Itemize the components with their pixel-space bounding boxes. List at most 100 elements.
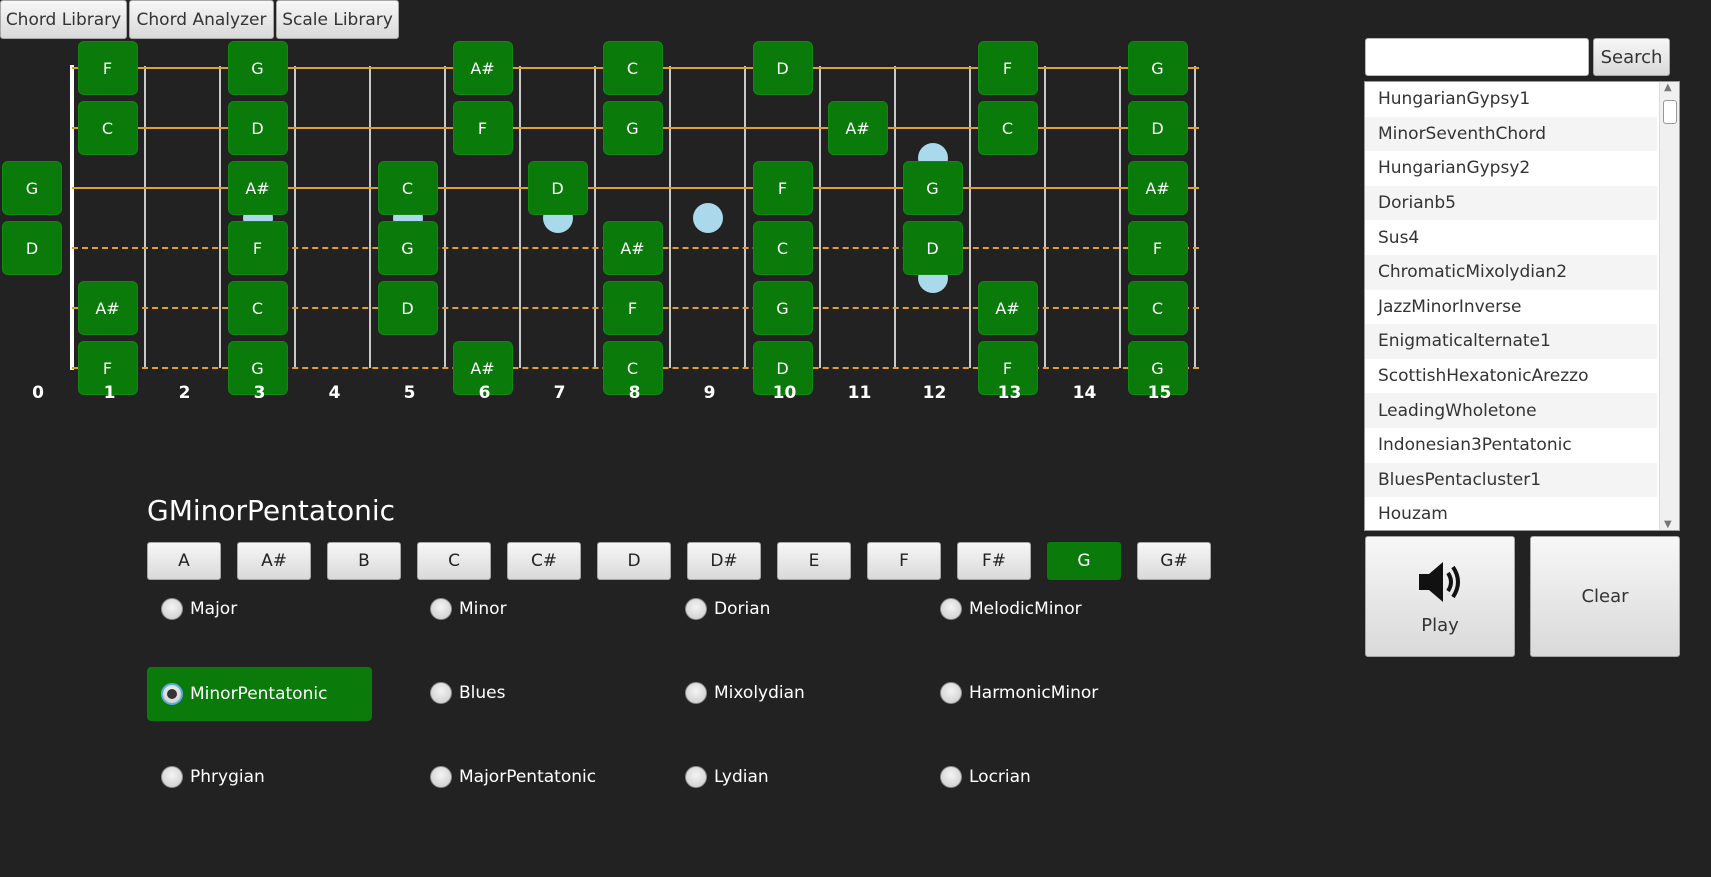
tab-chord-library[interactable]: Chord Library (0, 0, 127, 39)
fret-note[interactable]: C (752, 221, 813, 275)
root-button[interactable]: E (777, 542, 851, 580)
fret-note[interactable]: C (977, 101, 1038, 155)
mode-label: Dorian (714, 599, 771, 619)
search-button[interactable]: Search (1593, 38, 1670, 76)
list-item[interactable]: JazzMinorInverse (1365, 290, 1657, 325)
fret-note[interactable]: G (2, 161, 62, 215)
radio-circle[interactable] (430, 598, 452, 620)
root-button[interactable]: G (1047, 542, 1121, 580)
scale-list[interactable]: HungarianGypsy1 MinorSeventhChord Hungaria… (1364, 81, 1680, 531)
search-input[interactable] (1365, 38, 1589, 76)
radio-circle[interactable] (685, 682, 707, 704)
mode-radio[interactable]: HarmonicMinor (940, 682, 1098, 704)
list-item[interactable]: Houzam (1365, 497, 1657, 530)
fret-note[interactable]: F (602, 281, 663, 335)
root-button[interactable]: D (597, 542, 671, 580)
mode-radio[interactable]: Major (161, 598, 237, 620)
list-item[interactable]: HungarianGypsy2 (1365, 151, 1657, 186)
radio-circle[interactable] (940, 598, 962, 620)
fret-note[interactable]: D (1127, 101, 1188, 155)
fret-wire (744, 66, 746, 368)
mode-radio[interactable]: MajorPentatonic (430, 766, 596, 788)
radio-circle[interactable] (161, 598, 183, 620)
mode-radio[interactable]: Minor (430, 598, 507, 620)
fret-note[interactable]: A# (827, 101, 888, 155)
radio-circle[interactable] (685, 766, 707, 788)
fret-note[interactable]: D (752, 41, 813, 95)
list-item[interactable]: ScottishHexatonicArezzo (1365, 359, 1657, 394)
mode-label: Phrygian (190, 767, 265, 787)
radio-circle[interactable] (940, 766, 962, 788)
fret-note[interactable]: D (227, 101, 288, 155)
mode-radio[interactable]: Phrygian (161, 766, 265, 788)
list-item[interactable]: Enigmaticalternate1 (1365, 324, 1657, 359)
fret-note[interactable]: F (1127, 221, 1188, 275)
fret-note[interactable]: C (1127, 281, 1188, 335)
fret-note[interactable]: F (752, 161, 813, 215)
fret-note[interactable]: F (452, 101, 513, 155)
list-item[interactable]: Dorianb5 (1365, 185, 1657, 221)
radio-circle[interactable] (430, 682, 452, 704)
list-item[interactable]: LeadingWholetone (1365, 393, 1657, 428)
scrollbar[interactable]: ▲ ▼ (1659, 82, 1679, 530)
fret-note[interactable]: A# (602, 221, 663, 275)
radio-circle[interactable] (430, 766, 452, 788)
fret-note[interactable]: D (902, 221, 963, 275)
fret-note[interactable]: G (227, 41, 288, 95)
fret-note[interactable]: C (77, 101, 138, 155)
fret-note[interactable]: A# (227, 161, 288, 215)
fret-note[interactable]: G (752, 281, 813, 335)
list-item[interactable]: ChromaticMixolydian2 (1365, 254, 1657, 290)
list-item[interactable]: MinorSeventhChord (1365, 116, 1657, 152)
mode-label: Mixolydian (714, 683, 805, 703)
radio-circle[interactable] (161, 766, 183, 788)
fret-note[interactable]: F (77, 41, 138, 95)
scroll-down-icon[interactable]: ▼ (1664, 519, 1672, 530)
list-item[interactable]: HungarianGypsy1 (1365, 82, 1657, 117)
mode-radio[interactable]: MelodicMinor (940, 598, 1082, 620)
list-item[interactable]: Sus4 (1365, 220, 1657, 255)
fret-note[interactable]: G (602, 101, 663, 155)
fret-note[interactable]: A# (1127, 161, 1188, 215)
tab-scale-library[interactable]: Scale Library (276, 0, 399, 39)
fret-note[interactable]: C (602, 41, 663, 95)
fret-note[interactable]: A# (77, 281, 138, 335)
root-button[interactable]: B (327, 542, 401, 580)
fret-note[interactable]: C (377, 161, 438, 215)
play-button[interactable]: Play (1365, 536, 1515, 657)
tab-chord-analyzer[interactable]: Chord Analyzer (129, 0, 274, 39)
mode-radio[interactable]: MinorPentatonic (147, 667, 372, 721)
clear-button[interactable]: Clear (1530, 536, 1680, 657)
radio-circle[interactable] (685, 598, 707, 620)
mode-radio[interactable]: Blues (430, 682, 505, 704)
root-button[interactable]: G# (1137, 542, 1211, 580)
root-button[interactable]: C# (507, 542, 581, 580)
radio-circle[interactable] (161, 683, 183, 705)
root-button[interactable]: D# (687, 542, 761, 580)
fret-note[interactable]: D (377, 281, 438, 335)
radio-circle[interactable] (940, 682, 962, 704)
mode-radio[interactable]: Dorian (685, 598, 770, 620)
root-button[interactable]: F (867, 542, 941, 580)
list-item[interactable]: Indonesian3Pentatonic (1365, 428, 1657, 463)
root-button[interactable]: A# (237, 542, 311, 580)
fret-note[interactable]: F (227, 221, 288, 275)
fret-note[interactable]: G (1127, 41, 1188, 95)
mode-radio[interactable]: Lydian (685, 766, 769, 788)
fret-note[interactable]: C (227, 281, 288, 335)
scroll-up-icon[interactable]: ▲ (1664, 82, 1672, 93)
fret-note[interactable]: G (377, 221, 438, 275)
fret-note[interactable]: A# (977, 281, 1038, 335)
root-button[interactable]: C (417, 542, 491, 580)
fret-note[interactable]: G (902, 161, 963, 215)
fret-note[interactable]: A# (452, 41, 513, 95)
fret-note[interactable]: F (977, 41, 1038, 95)
mode-radio[interactable]: Locrian (940, 766, 1031, 788)
scrollbar-thumb[interactable] (1663, 100, 1677, 124)
root-button[interactable]: F# (957, 542, 1031, 580)
root-button[interactable]: A (147, 542, 221, 580)
fret-note[interactable]: D (527, 161, 588, 215)
mode-radio[interactable]: Mixolydian (685, 682, 805, 704)
fret-note[interactable]: D (2, 221, 62, 275)
list-item[interactable]: BluesPentacluster1 (1365, 462, 1657, 498)
